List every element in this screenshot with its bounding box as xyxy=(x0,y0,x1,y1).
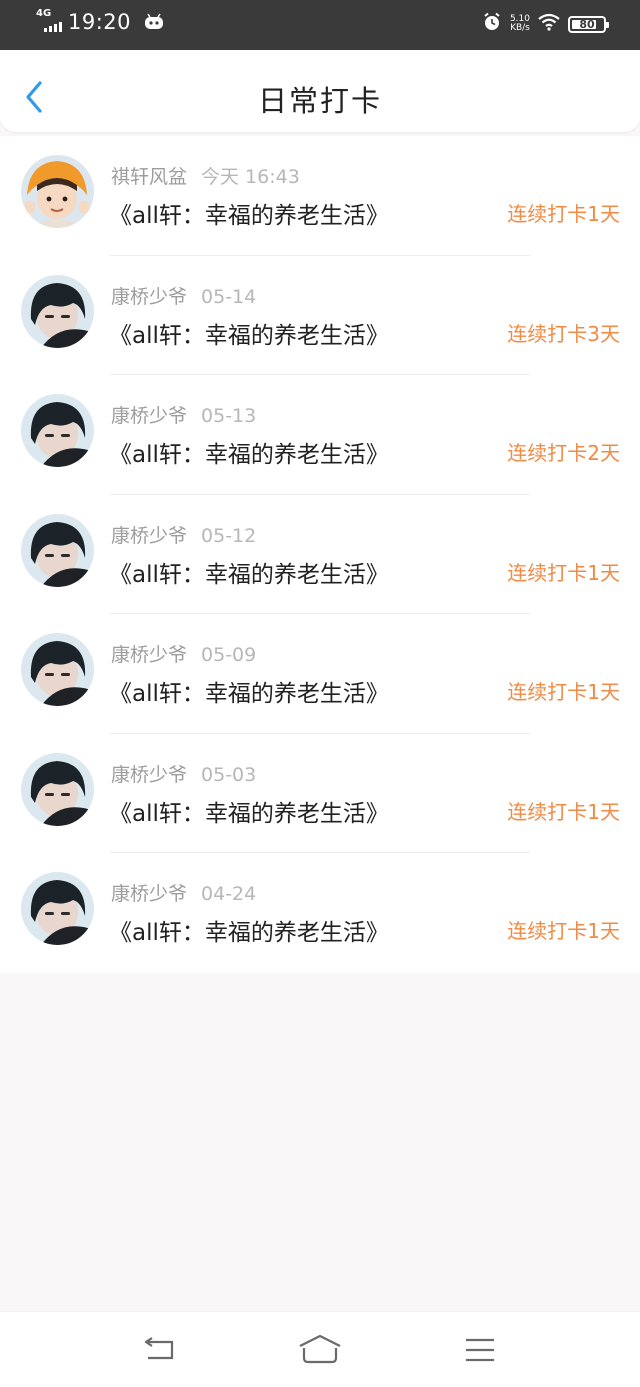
checkin-meta: 康桥少爷 05-13 xyxy=(111,401,256,428)
battery-icon: 80 xyxy=(568,15,609,33)
avatar[interactable] xyxy=(21,274,94,348)
streak-label: 连续打卡2天 xyxy=(507,441,620,465)
wifi-icon xyxy=(538,13,560,35)
avatar[interactable] xyxy=(21,752,94,826)
avatar[interactable] xyxy=(21,633,94,706)
checkin-date: 05-09 xyxy=(201,644,257,666)
book-title[interactable]: 《all轩：幸福的养老生活》 xyxy=(109,316,389,350)
status-bar: 4G 19:20 5.10 KB/s 80 xyxy=(0,0,640,50)
checkin-date: 05-03 xyxy=(201,763,257,786)
streak-label: 连续打卡1天 xyxy=(507,680,620,704)
checkin-meta: 祺轩风盆 今天 16:43 xyxy=(111,162,300,189)
checkin-list: 祺轩风盆 今天 16:43 《all轩：幸福的养老生活》 连续打卡1天 康桥少爷 05-1… xyxy=(0,136,640,973)
network-type: 4G xyxy=(36,8,52,19)
book-title[interactable]: 《all轩：幸福的养老生活》 xyxy=(109,794,389,828)
avatar[interactable] xyxy=(21,155,94,228)
avatar[interactable] xyxy=(21,872,94,945)
checkin-item[interactable]: 康桥少爷 05-13 《all轩：幸福的养老生活》 连续打卡2天 xyxy=(0,375,640,495)
book-title[interactable]: 《all轩：幸福的养老生活》 xyxy=(109,555,389,589)
network-speed: 5.10 KB/s xyxy=(510,15,530,33)
user-name[interactable]: 康桥少爷 xyxy=(111,286,187,308)
nav-menu-icon[interactable] xyxy=(458,1332,502,1368)
alarm-icon xyxy=(482,12,502,36)
battery-level: 80 xyxy=(579,17,595,31)
user-name[interactable]: 康桥少爷 xyxy=(111,883,187,905)
avatar[interactable] xyxy=(21,394,94,467)
nav-back-icon[interactable] xyxy=(138,1332,182,1368)
speed-unit: KB/s xyxy=(510,23,530,33)
page-title: 日常打卡 xyxy=(257,84,382,118)
checkin-item[interactable]: 祺轩风盆 今天 16:43 《all轩：幸福的养老生活》 连续打卡1天 xyxy=(0,136,640,256)
streak-label: 连续打卡1天 xyxy=(507,202,620,226)
checkin-item[interactable]: 康桥少爷 05-03 《all轩：幸福的养老生活》 连续打卡1天 xyxy=(0,734,640,853)
checkin-meta: 康桥少爷 05-12 xyxy=(111,521,256,548)
book-title[interactable]: 《all轩：幸福的养老生活》 xyxy=(109,674,389,708)
book-title[interactable]: 《all轩：幸福的养老生活》 xyxy=(109,196,389,230)
streak-label: 连续打卡3天 xyxy=(507,321,620,346)
streak-label: 连续打卡1天 xyxy=(507,919,620,943)
user-name[interactable]: 康桥少爷 xyxy=(111,764,187,786)
status-time: 19:20 xyxy=(68,10,132,34)
user-name[interactable]: 祺轩风盆 xyxy=(111,166,187,188)
signal-icon: 4G xyxy=(36,8,66,34)
checkin-date: 05-14 xyxy=(201,285,257,308)
streak-label: 连续打卡1天 xyxy=(507,799,620,824)
checkin-meta: 康桥少爷 05-03 xyxy=(111,760,256,787)
checkin-item[interactable]: 康桥少爷 05-09 《all轩：幸福的养老生活》 连续打卡1天 xyxy=(0,614,640,734)
checkin-meta: 康桥少爷 05-14 xyxy=(111,282,256,309)
checkin-item[interactable]: 康桥少爷 05-12 《all轩：幸福的养老生活》 连续打卡1天 xyxy=(0,495,640,614)
book-title[interactable]: 《all轩：幸福的养老生活》 xyxy=(109,913,389,947)
checkin-date: 今天 16:43 xyxy=(201,166,300,188)
user-name[interactable]: 康桥少爷 xyxy=(111,405,187,427)
checkin-meta: 康桥少爷 05-09 xyxy=(111,640,256,667)
status-right: 5.10 KB/s 80 xyxy=(482,12,609,36)
user-name[interactable]: 康桥少爷 xyxy=(111,644,187,666)
system-nav-bar xyxy=(0,1311,640,1387)
checkin-date: 04-24 xyxy=(201,883,257,905)
checkin-date: 05-12 xyxy=(201,524,257,547)
checkin-date: 05-13 xyxy=(201,405,257,427)
checkin-item[interactable]: 康桥少爷 05-14 《all轩：幸福的养老生活》 连续打卡3天 xyxy=(0,256,640,375)
streak-label: 连续打卡1天 xyxy=(507,560,620,585)
status-left: 4G 19:20 xyxy=(36,8,165,34)
book-title[interactable]: 《all轩：幸福的养老生活》 xyxy=(109,435,389,469)
user-name[interactable]: 康桥少爷 xyxy=(111,525,187,547)
avatar[interactable] xyxy=(21,513,94,587)
checkin-meta: 康桥少爷 04-24 xyxy=(111,879,256,906)
robot-icon xyxy=(143,13,165,31)
nav-home-icon[interactable] xyxy=(298,1332,342,1368)
app-header: 日常打卡 xyxy=(0,50,640,132)
checkin-item[interactable]: 康桥少爷 04-24 《all轩：幸福的养老生活》 连续打卡1天 xyxy=(0,853,640,973)
